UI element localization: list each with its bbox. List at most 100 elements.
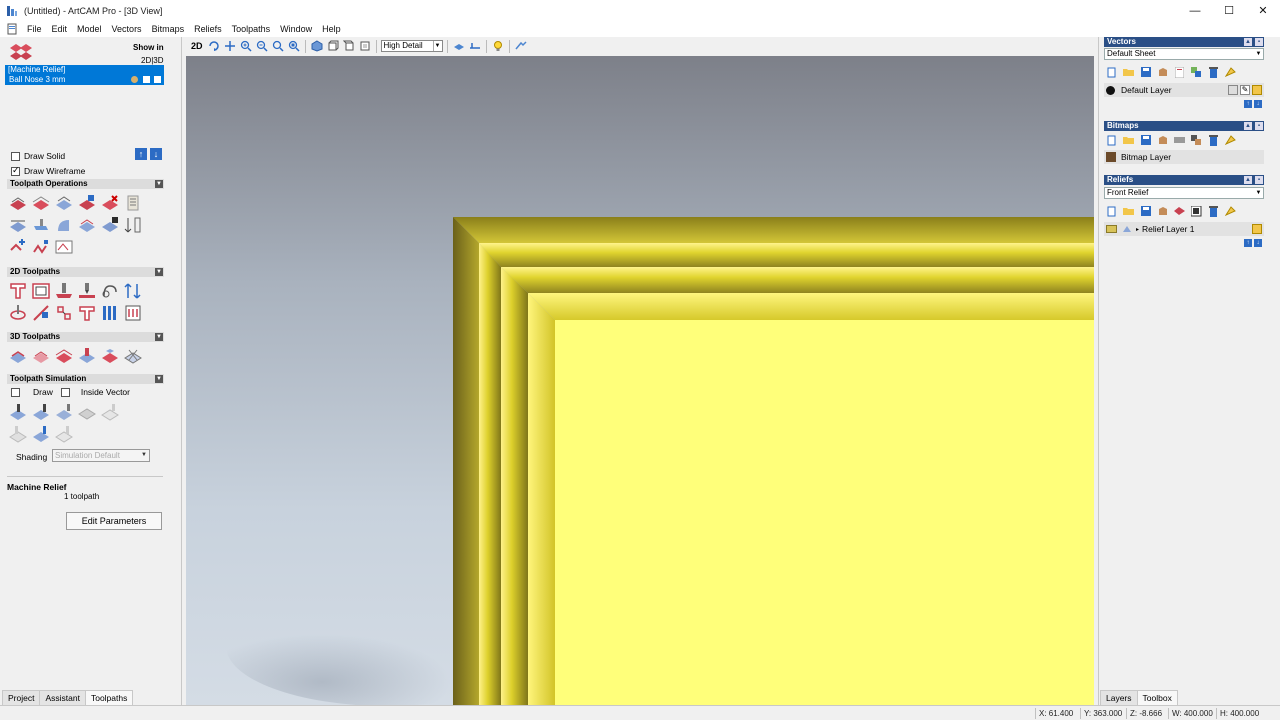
front-view-icon[interactable]	[326, 39, 340, 53]
2d-toolpaths-header[interactable]: 2D Toolpaths ▼	[7, 267, 164, 277]
toolpath-simulation-header[interactable]: Toolpath Simulation ▼	[7, 374, 164, 384]
simulate-toolpath-icon[interactable]	[8, 402, 28, 422]
tab-assistant[interactable]: Assistant	[39, 690, 86, 705]
visibility-icon[interactable]	[1225, 205, 1236, 217]
menu-bitmaps[interactable]: Bitmaps	[147, 24, 190, 34]
2d-view-button[interactable]: 2D	[189, 41, 205, 51]
sim-stop-icon[interactable]	[54, 424, 74, 444]
collapse-icon[interactable]: ▲	[1244, 176, 1252, 184]
bitmap-settings-icon[interactable]	[1174, 135, 1185, 146]
relief-layers-icon[interactable]	[1191, 205, 1202, 217]
top-view-icon[interactable]	[358, 39, 372, 53]
delete-icon[interactable]	[1208, 66, 1219, 78]
menu-help[interactable]: Help	[317, 24, 346, 34]
z-level-roughing-icon[interactable]	[31, 346, 51, 366]
v-bit-carving-icon[interactable]	[77, 281, 97, 301]
sim-reset-icon[interactable]	[8, 424, 28, 444]
menu-edit[interactable]: Edit	[47, 24, 73, 34]
edit-layer-icon[interactable]: ✎	[1240, 85, 1250, 95]
show-3d-toggle[interactable]	[154, 76, 161, 83]
chevron-down-icon[interactable]: ▼	[155, 180, 163, 188]
toolpath-summary-icon[interactable]	[123, 193, 143, 213]
bevel-carving-icon[interactable]	[8, 303, 28, 323]
move-up-button[interactable]: ↑	[135, 148, 147, 160]
light-icon[interactable]	[491, 39, 505, 53]
import-icon[interactable]	[1157, 135, 1168, 146]
vectors-header[interactable]: Vectors ▲ ▪	[1104, 37, 1264, 47]
open-folder-icon[interactable]	[1123, 135, 1134, 146]
relief-combine-icon[interactable]	[1174, 206, 1185, 217]
minimize-button[interactable]: —	[1178, 0, 1212, 21]
simulation-block-icon[interactable]	[77, 402, 97, 422]
simulation-disabled-icon[interactable]	[100, 402, 120, 422]
delete-icon[interactable]	[1208, 205, 1219, 217]
block-sim-icon[interactable]	[31, 215, 51, 235]
toolpath-template-icon[interactable]	[77, 215, 97, 235]
tab-toolbox[interactable]: Toolbox	[1136, 690, 1178, 705]
rotate-icon[interactable]	[207, 39, 221, 53]
bulb-icon[interactable]	[1252, 85, 1262, 95]
sim-draw-checkbox[interactable]	[11, 387, 20, 397]
artcam-app-icon[interactable]	[6, 5, 18, 17]
tab-toolpaths[interactable]: Toolpaths	[84, 690, 134, 705]
new-layer-icon[interactable]	[1106, 206, 1117, 217]
toolpath-group-icon[interactable]	[8, 42, 34, 62]
shading-select[interactable]: Simulation Default ▼	[52, 449, 150, 462]
zoom-extents-icon[interactable]	[271, 39, 285, 53]
simulate-selected-icon[interactable]	[54, 402, 74, 422]
batch-calculate-icon[interactable]	[54, 193, 74, 213]
chevron-down-icon[interactable]: ▼	[155, 333, 163, 341]
pin-icon[interactable]: ▪	[1255, 176, 1263, 184]
save-icon[interactable]	[1140, 67, 1151, 78]
chevron-down-icon[interactable]: ▼	[155, 375, 163, 383]
maximize-button[interactable]: ☐	[1212, 0, 1246, 21]
pin-icon[interactable]: ▪	[1255, 38, 1263, 46]
pin-icon[interactable]: ▪	[1255, 122, 1263, 130]
sim-pause-icon[interactable]	[31, 424, 51, 444]
sim-inside-vector-checkbox[interactable]	[60, 387, 70, 397]
fluting-icon[interactable]	[54, 303, 74, 323]
layer-down-button[interactable]: ↓	[1254, 100, 1262, 108]
3d-profile-icon[interactable]	[77, 346, 97, 366]
collapse-icon[interactable]: ▲	[1244, 38, 1252, 46]
rest-machining-icon[interactable]	[100, 346, 120, 366]
toolpath-list-item[interactable]: [Machine Relief] Ball Nose 3 mm	[5, 65, 164, 85]
open-folder-icon[interactable]	[1123, 206, 1134, 217]
lock-icon[interactable]	[1228, 85, 1238, 95]
area-clearance-icon[interactable]	[31, 281, 51, 301]
relief-mode-icon[interactable]	[1122, 224, 1132, 234]
relief-select[interactable]: Front Relief ▼	[1104, 187, 1264, 199]
zoom-in-icon[interactable]	[239, 39, 253, 53]
bitmap-layer-row[interactable]: Bitmap Layer	[1104, 150, 1264, 164]
feature-machining-icon[interactable]	[31, 303, 51, 323]
new-layer-icon[interactable]	[1106, 67, 1117, 78]
collapse-icon[interactable]: ▲	[1244, 122, 1252, 130]
vector-sheet-select[interactable]: Default Sheet ▼	[1104, 48, 1264, 60]
save-icon[interactable]	[1140, 206, 1151, 217]
save-toolpath-icon[interactable]	[100, 215, 120, 235]
add-toolpath-icon[interactable]	[8, 237, 28, 257]
menu-file[interactable]: File	[22, 24, 47, 34]
chevron-down-icon[interactable]: ▼	[155, 268, 163, 276]
open-folder-icon[interactable]	[1123, 67, 1134, 78]
draw-relief-icon[interactable]	[452, 39, 466, 53]
close-button[interactable]: ✕	[1246, 0, 1280, 21]
menu-window[interactable]: Window	[275, 24, 317, 34]
chevron-down-icon[interactable]: ▼	[1254, 188, 1263, 198]
calculate-toolpath-icon[interactable]	[8, 193, 28, 213]
smart-engraving-icon[interactable]	[100, 281, 120, 301]
move-down-button[interactable]: ↓	[150, 148, 162, 160]
reliefs-header[interactable]: Reliefs ▲ ▪	[1104, 175, 1264, 185]
tab-layers[interactable]: Layers	[1100, 690, 1138, 705]
texture-toolpath-icon[interactable]	[123, 303, 143, 323]
wrap-toolpath-icon[interactable]	[54, 215, 74, 235]
document-icon[interactable]	[6, 23, 18, 35]
transform-toolpath-icon[interactable]	[8, 215, 28, 235]
zoom-window-icon[interactable]	[287, 39, 301, 53]
profiling-icon[interactable]	[8, 281, 28, 301]
pan-icon[interactable]	[223, 39, 237, 53]
edit-parameters-button[interactable]: Edit Parameters	[66, 512, 162, 530]
menu-reliefs[interactable]: Reliefs	[189, 24, 227, 34]
toolpath-operations-header[interactable]: Toolpath Operations ▼	[7, 179, 164, 189]
link-toolpath-icon[interactable]	[31, 237, 51, 257]
